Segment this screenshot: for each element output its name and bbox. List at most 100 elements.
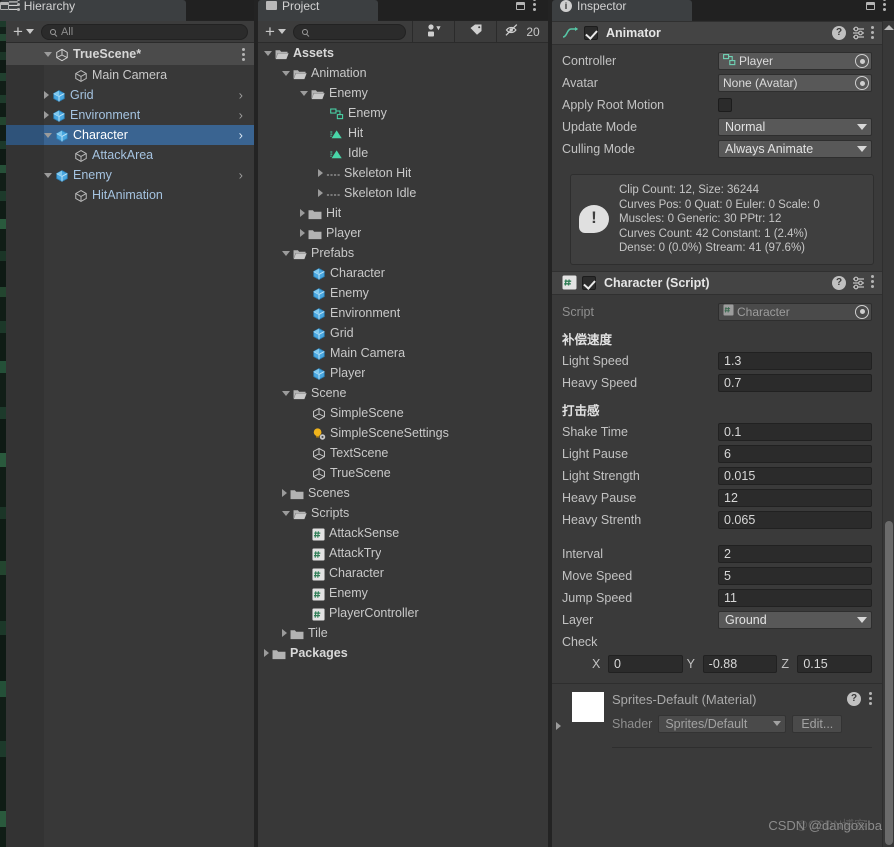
hierarchy-add-button[interactable]: + [6,21,41,42]
project-item-skeleton-idle[interactable]: Skeleton Idle [258,183,548,203]
project-item-scripts[interactable]: Scripts [258,503,548,523]
tab-inspector[interactable]: i Inspector [552,0,692,21]
hierarchy-item-main-camera[interactable]: Main Camera [6,65,254,85]
hierarchy-tree[interactable]: TrueScene* Main Camera Grid › Environment › C… [6,43,254,847]
project-item-packages[interactable]: Packages [258,643,548,663]
chevron-right-icon[interactable] [300,229,305,237]
chevron-right-icon[interactable] [318,189,323,197]
component-menu-icon[interactable] [871,275,874,290]
tab-project[interactable]: Project [258,0,378,21]
chevron-down-icon[interactable] [282,390,290,396]
project-item-playercontroller[interactable]: PlayerController [258,603,548,623]
check-input-x[interactable]: 0 [608,654,683,673]
open-prefab-chevron-icon[interactable]: › [239,168,243,183]
chevron-down-icon[interactable] [282,510,290,516]
project-item-hit[interactable]: Hit [258,203,548,223]
check-input-y[interactable]: -0.88 [702,654,778,673]
help-icon[interactable]: ? [847,692,861,706]
project-item-animation[interactable]: Animation [258,63,548,83]
project-item-prefabs[interactable]: Prefabs [258,243,548,263]
open-prefab-chevron-icon[interactable]: › [239,128,243,143]
chevron-down-icon[interactable] [264,50,272,56]
field-input-move-speed[interactable]: 5 [718,566,872,585]
component-header-animator[interactable]: Animator ? [552,21,882,45]
project-item-enemy[interactable]: Enemy [258,103,548,123]
animator-controller-field[interactable]: Player [718,52,872,70]
project-item-character[interactable]: Character [258,263,548,283]
chevron-right-icon[interactable] [556,721,561,730]
animator-enabled-checkbox[interactable] [584,26,598,40]
animator-avatar-field[interactable]: None (Avatar) [718,74,872,92]
chevron-right-icon[interactable] [44,91,49,99]
object-picker-icon[interactable] [855,76,869,90]
project-item-enemy[interactable]: Enemy [258,283,548,303]
scene-kebab-icon[interactable] [242,48,245,63]
project-item-character[interactable]: Character [258,563,548,583]
open-prefab-chevron-icon[interactable]: › [239,88,243,103]
field-input-interval[interactable]: 2 [718,544,872,563]
field-input-light-speed[interactable]: 1.3 [718,351,872,370]
hierarchy-item-enemy[interactable]: Enemy › [6,165,254,185]
project-search-input[interactable] [292,23,406,40]
hierarchy-item-hitanimation[interactable]: HitAnimation [6,185,254,205]
project-item-scene[interactable]: Scene [258,383,548,403]
hierarchy-scene-root[interactable]: TrueScene* [6,43,254,65]
material-menu-icon[interactable] [869,691,872,707]
maximize-icon[interactable] [866,1,875,10]
preset-icon[interactable] [851,276,866,290]
maximize-icon[interactable] [0,1,9,10]
chevron-right-icon[interactable] [282,629,287,637]
field-input-heavy-strenth[interactable]: 0.065 [718,510,872,529]
project-menu-icon[interactable] [533,0,536,13]
hierarchy-item-grid[interactable]: Grid › [6,85,254,105]
help-icon[interactable]: ? [832,26,846,40]
project-item-attacktry[interactable]: AttackTry [258,543,548,563]
hierarchy-search-input[interactable]: All [40,23,248,40]
project-item-truescene[interactable]: TrueScene [258,463,548,483]
chevron-down-icon[interactable] [44,51,52,57]
component-header-character-script[interactable]: Character (Script) ? [552,270,882,295]
chevron-down-icon[interactable] [300,90,308,96]
project-item-assets[interactable]: Assets [258,43,548,63]
project-add-button[interactable]: + [258,21,293,42]
chevron-right-icon[interactable] [318,169,323,177]
chevron-down-icon[interactable] [44,172,52,178]
project-item-main-camera[interactable]: Main Camera [258,343,548,363]
animator-culling-mode-dropdown[interactable]: Always Animate [718,140,872,158]
inspector-scrollbar-thumb[interactable] [885,521,893,845]
project-item-simplescene[interactable]: SimpleScene [258,403,548,423]
project-item-player[interactable]: Player [258,363,548,383]
project-hidden-packages-button[interactable]: 20 [496,20,548,43]
character-script-layer-dropdown[interactable]: Ground [718,610,872,629]
field-input-jump-speed[interactable]: 11 [718,588,872,607]
chevron-right-icon[interactable] [300,209,305,217]
project-item-enemy[interactable]: Enemy [258,583,548,603]
material-edit-button[interactable]: Edit... [792,714,843,733]
project-item-simplescenesettings[interactable]: SimpleSceneSettings [258,423,548,443]
chevron-down-icon[interactable] [282,250,290,256]
hierarchy-item-attackarea[interactable]: AttackArea [6,145,254,165]
chevron-right-icon[interactable] [264,649,269,657]
animator-root-motion-checkbox[interactable] [718,98,732,112]
character-script-enabled-checkbox[interactable] [582,275,596,290]
component-menu-icon[interactable] [871,25,874,41]
project-item-grid[interactable]: Grid [258,323,548,343]
chevron-right-icon[interactable] [44,111,49,119]
help-icon[interactable]: ? [832,275,846,290]
project-item-environment[interactable]: Environment [258,303,548,323]
project-item-hit[interactable]: Hit [258,123,548,143]
project-label-filter-button[interactable] [454,20,496,43]
project-item-enemy[interactable]: Enemy [258,83,548,103]
chevron-down-icon[interactable] [44,132,52,138]
project-item-attacksense[interactable]: AttackSense [258,523,548,543]
project-tree[interactable]: Assets Animation Enemy Enemy Hit Idle Skeleton… [258,43,548,847]
material-shader-dropdown[interactable]: Sprites/Default [658,714,787,733]
field-input-heavy-speed[interactable]: 0.7 [718,373,872,392]
project-item-idle[interactable]: Idle [258,143,548,163]
hierarchy-item-character[interactable]: Character › [6,125,254,145]
field-input-shake-time[interactable]: 0.1 [718,422,872,441]
field-input-heavy-pause[interactable]: 12 [718,488,872,507]
inspector-menu-icon[interactable] [883,0,886,13]
project-item-textscene[interactable]: TextScene [258,443,548,463]
project-item-player[interactable]: Player [258,223,548,243]
